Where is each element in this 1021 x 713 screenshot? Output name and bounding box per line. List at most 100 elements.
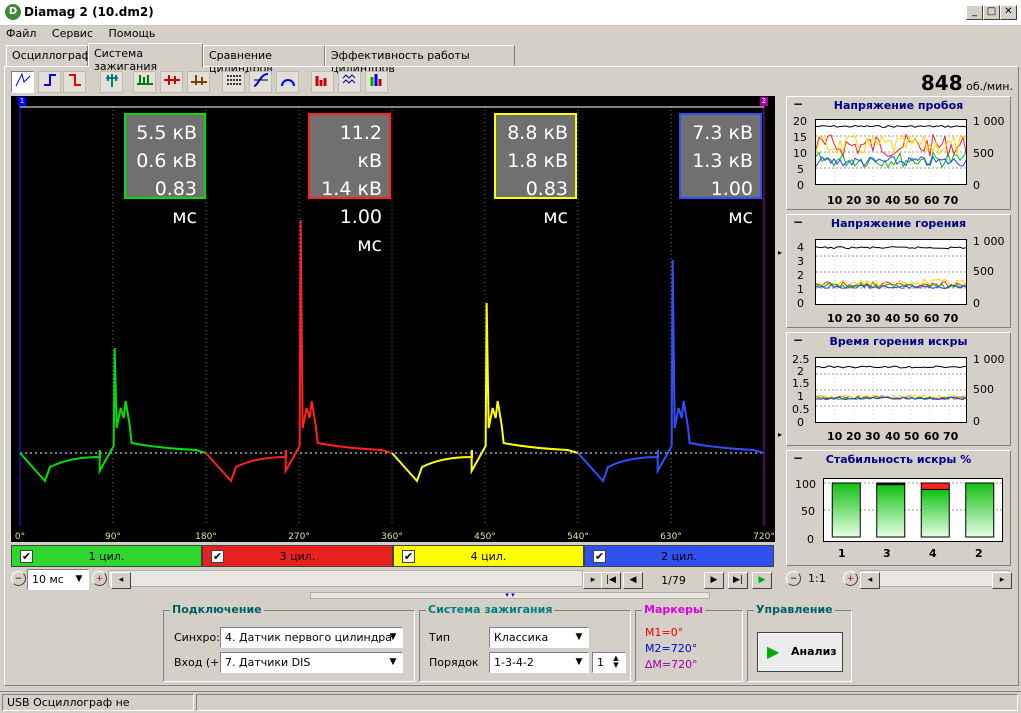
parade-view-icon[interactable] — [133, 71, 156, 93]
panel-breakdown-voltage: − Напряжение пробоя 20 15 10 5 0 1 000 5… — [786, 96, 1011, 210]
y-tick: 0 — [797, 297, 804, 310]
x-tick: 10 — [827, 194, 843, 207]
x-tick: 4 — [929, 547, 937, 560]
zoom-in-icon[interactable]: + — [92, 571, 107, 586]
panel-scrollbar[interactable] — [860, 570, 1010, 587]
x-tick: 30 — [865, 312, 881, 325]
spark-plug-icon[interactable] — [100, 71, 123, 93]
stability-bar — [831, 482, 861, 538]
x-tick: 70 — [943, 194, 959, 207]
menu-file[interactable]: Файл — [0, 26, 42, 41]
panel-scroll-left-icon[interactable]: ◂ — [860, 572, 880, 589]
rise-edge-icon[interactable] — [38, 71, 61, 93]
minimize-button[interactable]: _ — [966, 5, 983, 20]
cylinder-bar-3[interactable]: ✔ 3 цил. — [202, 545, 393, 567]
scroll-right-icon[interactable]: ▸ — [583, 572, 603, 589]
cursor-tool-icon[interactable] — [11, 71, 34, 93]
grid-lines-icon[interactable] — [222, 71, 245, 93]
y-tick: 0 — [807, 533, 814, 546]
y-tick-right: 0 — [973, 179, 980, 192]
title-bar: D Diamag 2 (10.dm2) _ □ ✕ — [0, 0, 1021, 26]
cylinder-bar-2[interactable]: ✔ 2 цил. — [584, 545, 774, 567]
x-tick: 50 — [904, 430, 920, 443]
cylinder-bar-label: 1 цил. — [88, 550, 125, 563]
arc-marker-icon[interactable] — [276, 71, 299, 93]
curve-fit-icon[interactable] — [249, 71, 272, 93]
scope-right-arrow-icon-2[interactable]: ▸ — [778, 430, 785, 440]
y-tick-right: 0 — [973, 297, 980, 310]
burn-time: 1.00 мс — [710, 178, 753, 228]
tab-oscilloscope[interactable]: Осциллограф — [6, 45, 91, 66]
mini-series-black — [815, 124, 967, 128]
rpm-display: 848 об./мин. — [921, 71, 1013, 95]
cylinder-waveform — [19, 347, 207, 483]
tab-ignition-system[interactable]: Система зажигания — [88, 43, 203, 73]
input-select[interactable]: 7. Датчики DIS ▼ — [220, 652, 403, 673]
type-value: Классика — [494, 631, 549, 644]
breakdown-mini-chart — [815, 119, 967, 185]
cylinder-4-card: 8.8 кВ 1.8 кВ 0.83 мс — [494, 113, 577, 228]
play-icon[interactable]: ▶ — [752, 572, 772, 589]
tab-cylinder-efficiency[interactable]: Эффективность работы цилиндров — [325, 45, 515, 75]
stability-bar — [965, 482, 995, 538]
x-tick-label: 720° — [753, 532, 775, 542]
marker-2[interactable]: 2 — [760, 97, 768, 106]
type-select[interactable]: Классика ▼ — [489, 627, 589, 648]
chevron-down-icon: ▼ — [75, 574, 83, 584]
raster-view-icon[interactable] — [187, 71, 210, 93]
last-page-icon[interactable]: ▶| — [728, 572, 748, 589]
sync-select[interactable]: 4. Датчик первого цилиндра ▼ — [220, 627, 403, 648]
x-tick: 20 — [846, 430, 862, 443]
x-tick-label: 180° — [195, 532, 217, 542]
panel-zoom-value: 1:1 — [808, 572, 826, 585]
order-stepper[interactable]: 1 ▲ ▼ — [592, 652, 626, 673]
type-label: Тип — [429, 631, 451, 644]
stepper-arrows-icon[interactable]: ▲ ▼ — [609, 655, 623, 670]
timebase-select[interactable]: 10 мс ▼ — [27, 569, 89, 590]
prev-page-icon[interactable]: ◀ — [623, 572, 643, 589]
overlay-view-icon[interactable] — [160, 71, 183, 93]
cylinder-bar-1[interactable]: ✔ 1 цил. — [11, 545, 202, 567]
page-indicator: 1/79 — [661, 574, 686, 587]
menu-help[interactable]: Помощь — [103, 26, 162, 41]
panel-zoom-in-icon[interactable]: + — [843, 571, 858, 586]
timebase-value: 10 мс — [32, 573, 64, 586]
zoom-out-icon[interactable]: − — [11, 571, 26, 586]
cylinder-bar-label: 4 цил. — [470, 550, 507, 563]
scroll-left-icon[interactable]: ◂ — [111, 572, 131, 589]
timeline-scrollbar[interactable] — [108, 570, 583, 587]
menu-bar: Файл Сервис Помощь — [0, 26, 1021, 44]
y-tick: 1.5 — [792, 377, 810, 390]
close-button[interactable]: ✕ — [1000, 5, 1017, 20]
marker-1[interactable]: 1 — [18, 97, 26, 106]
x-tick: 10 — [827, 312, 843, 325]
cylinder-bar-4[interactable]: ✔ 4 цил. — [393, 545, 584, 567]
histogram-icon[interactable] — [365, 71, 388, 93]
tab-cylinder-compare[interactable]: Сравнение цилиндров — [203, 45, 325, 75]
waveform-compare-icon[interactable] — [338, 71, 361, 93]
rpm-value: 848 — [920, 71, 963, 95]
maximize-button[interactable]: □ — [983, 5, 1000, 20]
order-value: 1-3-4-2 — [494, 656, 534, 669]
panel-title: Стабильность искры % — [825, 453, 972, 466]
first-page-icon[interactable]: |◀ — [601, 572, 621, 589]
bar-report-icon[interactable] — [311, 71, 334, 93]
analyze-label: Анализ — [791, 645, 837, 658]
panel-zoom-out-icon[interactable]: − — [786, 571, 801, 586]
fall-edge-icon[interactable] — [63, 71, 86, 93]
x-tick: 40 — [885, 312, 901, 325]
analyze-button[interactable]: ▶ Анализ — [757, 632, 843, 672]
play-icon: ▶ — [767, 642, 780, 661]
x-tick-label: 540° — [567, 532, 589, 542]
cylinder-bar-label: 2 цил. — [661, 550, 697, 563]
order-select[interactable]: 1-3-4-2 ▼ — [489, 652, 589, 673]
splitter-handle[interactable]: ▾ ▾ — [310, 592, 710, 599]
scope-right-arrow-icon[interactable]: ▸ — [778, 248, 785, 258]
burn-time: 0.83 мс — [154, 178, 197, 228]
next-page-icon[interactable]: ▶ — [704, 572, 724, 589]
menu-service[interactable]: Сервис — [46, 26, 99, 41]
x-tick: 2 — [975, 547, 983, 560]
chevron-down-icon: ▼ — [389, 657, 397, 667]
panel-scroll-right-icon[interactable]: ▸ — [992, 572, 1012, 589]
burn-time-mini-chart — [815, 357, 967, 423]
